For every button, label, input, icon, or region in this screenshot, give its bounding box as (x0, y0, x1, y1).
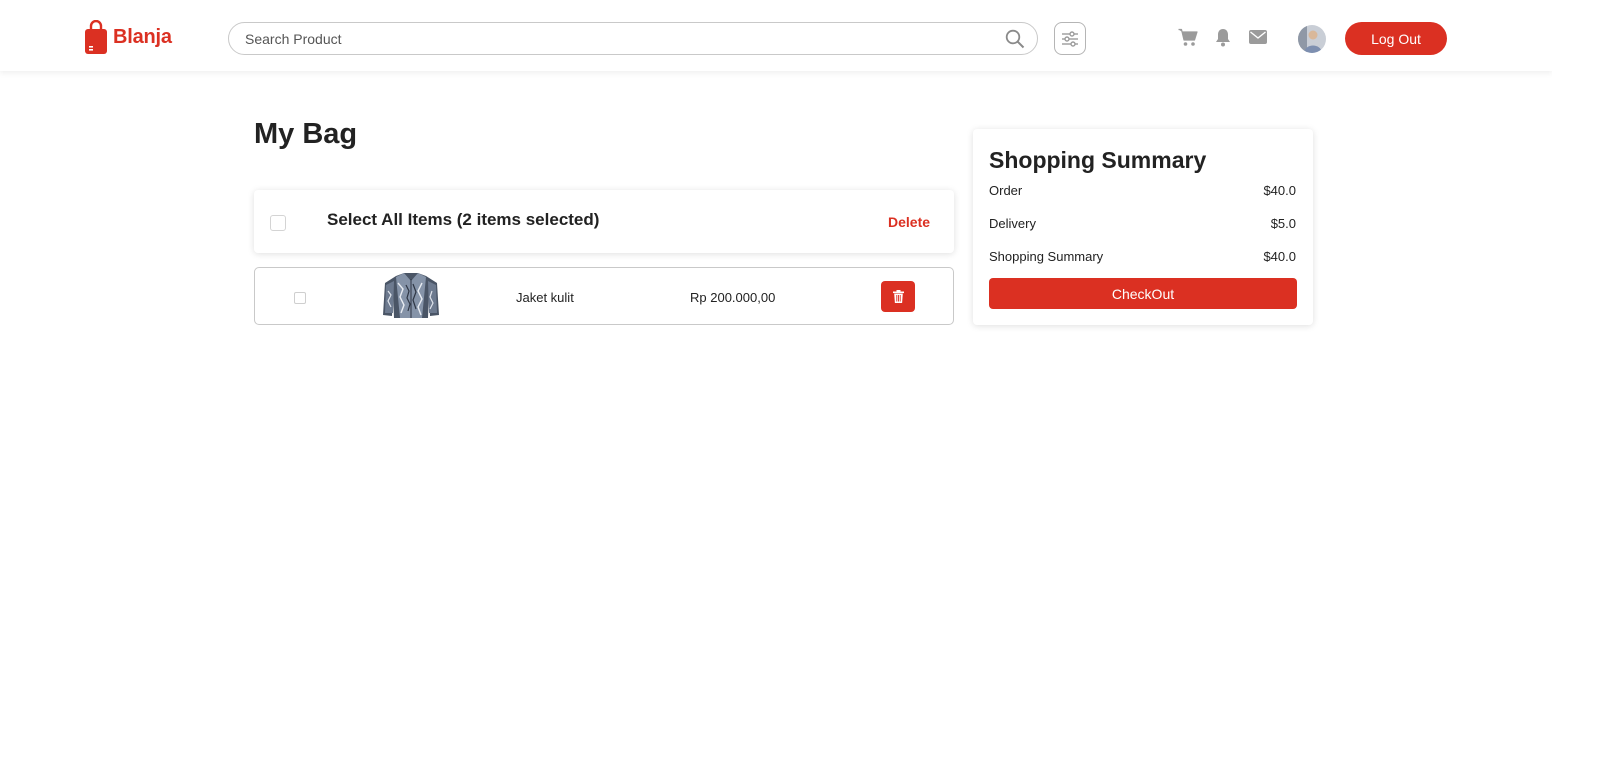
search-icon[interactable] (1005, 29, 1025, 49)
summary-row-label: Shopping Summary (989, 249, 1104, 264)
top-navbar: Blanja Search Product Log Out (0, 0, 1552, 71)
trash-icon (892, 290, 904, 303)
scrollbar-gutter (1552, 0, 1600, 769)
filter-button[interactable] (1054, 22, 1086, 55)
item-name: Jaket kulit (516, 290, 574, 305)
select-all-label: Select All Items (2 items selected) (327, 210, 600, 229)
summary-row-label: Order (989, 183, 1023, 198)
summary-row-value: $40.0 (1263, 249, 1296, 264)
logout-button[interactable]: Log Out (1345, 22, 1447, 55)
checkout-button[interactable]: CheckOut (989, 278, 1297, 309)
select-all-checkbox[interactable] (270, 215, 286, 231)
bell-icon[interactable] (1215, 28, 1231, 47)
search-bar (228, 22, 1038, 55)
mail-icon[interactable] (1249, 30, 1267, 44)
search-input[interactable] (245, 23, 985, 54)
delete-selected-button[interactable]: Delete (888, 214, 930, 230)
brand-logo[interactable]: Blanja (84, 20, 172, 54)
shopping-summary-card: Shopping Summary Order $40.0 Delivery $5… (973, 129, 1313, 325)
bag-item-row: Jaket kulit Rp 200.000,00 (254, 267, 954, 325)
summary-row-value: $40.0 (1263, 183, 1296, 198)
shopping-bag-icon (85, 20, 107, 54)
avatar-image (1298, 25, 1326, 53)
brand-name: Blanja (113, 25, 172, 48)
delete-item-button[interactable] (881, 281, 915, 312)
summary-row-total: Shopping Summary $40.0 (989, 249, 1296, 264)
item-checkbox[interactable] (294, 292, 306, 304)
product-image (383, 273, 439, 318)
summary-title: Shopping Summary (989, 147, 1207, 173)
summary-row-order: Order $40.0 (989, 183, 1296, 198)
filter-icon (1062, 30, 1078, 47)
summary-row-value: $5.0 (1270, 216, 1296, 231)
summary-row-label: Delivery (989, 216, 1036, 231)
user-avatar[interactable] (1298, 25, 1326, 53)
summary-row-delivery: Delivery $5.0 (989, 216, 1296, 231)
item-price: Rp 200.000,00 (690, 290, 776, 305)
select-all-card: Select All Items (2 items selected) Dele… (254, 190, 954, 253)
cart-icon[interactable] (1178, 28, 1198, 47)
page-title: My Bag (254, 118, 358, 150)
